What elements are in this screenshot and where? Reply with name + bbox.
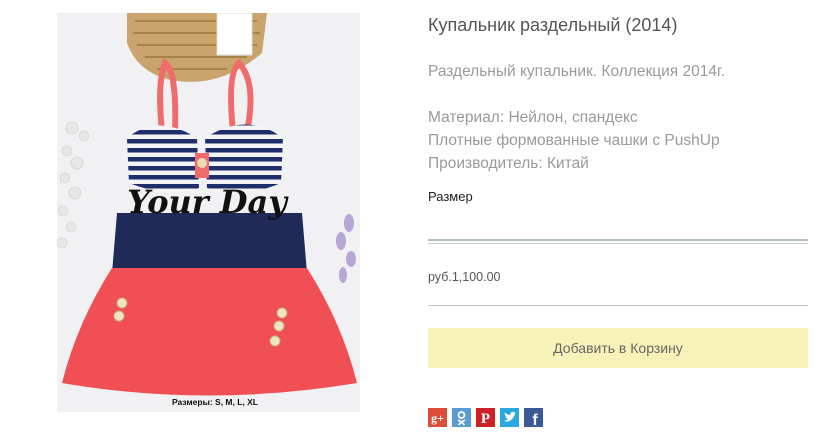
size-select[interactable] <box>428 204 808 244</box>
product-photo-drawing: Your Day Размеры: S, M, L, XL <box>57 13 360 412</box>
size-label: Размер <box>428 189 473 204</box>
svg-text:g+: g+ <box>431 411 444 425</box>
google-plus-icon[interactable]: g+ <box>428 408 447 427</box>
svg-text:f: f <box>532 412 538 427</box>
description-line: Плотные формованные чашки с PushUp <box>428 132 720 149</box>
description-line: Раздельный купальник. Коллекция 2014г. <box>428 63 726 80</box>
add-to-cart-button[interactable]: Добавить в Корзину <box>428 328 808 368</box>
pinterest-icon[interactable]: P <box>476 408 495 427</box>
svg-text:P: P <box>481 411 490 427</box>
divider <box>428 305 808 306</box>
size-select-underline <box>428 239 808 241</box>
photo-watermark: Your Day <box>127 183 289 221</box>
description-line: Материал: Нейлон, спандекс <box>428 109 638 126</box>
product-price: руб.1,100.00 <box>428 270 501 284</box>
odnoklassniki-icon[interactable] <box>452 408 471 427</box>
twitter-icon[interactable] <box>500 408 519 427</box>
product-image[interactable]: Your Day Размеры: S, M, L, XL <box>57 13 360 412</box>
photo-sizes-caption: Размеры: S, M, L, XL <box>172 397 258 407</box>
product-description: Раздельный купальник. Коллекция 2014г. М… <box>428 60 725 175</box>
size-select-underline-secondary <box>428 243 808 244</box>
description-line: Производитель: Китай <box>428 155 589 172</box>
social-share-bar: g+ P f <box>428 408 543 427</box>
product-title: Купальник раздельный (2014) <box>428 15 678 35</box>
facebook-icon[interactable]: f <box>524 408 543 427</box>
